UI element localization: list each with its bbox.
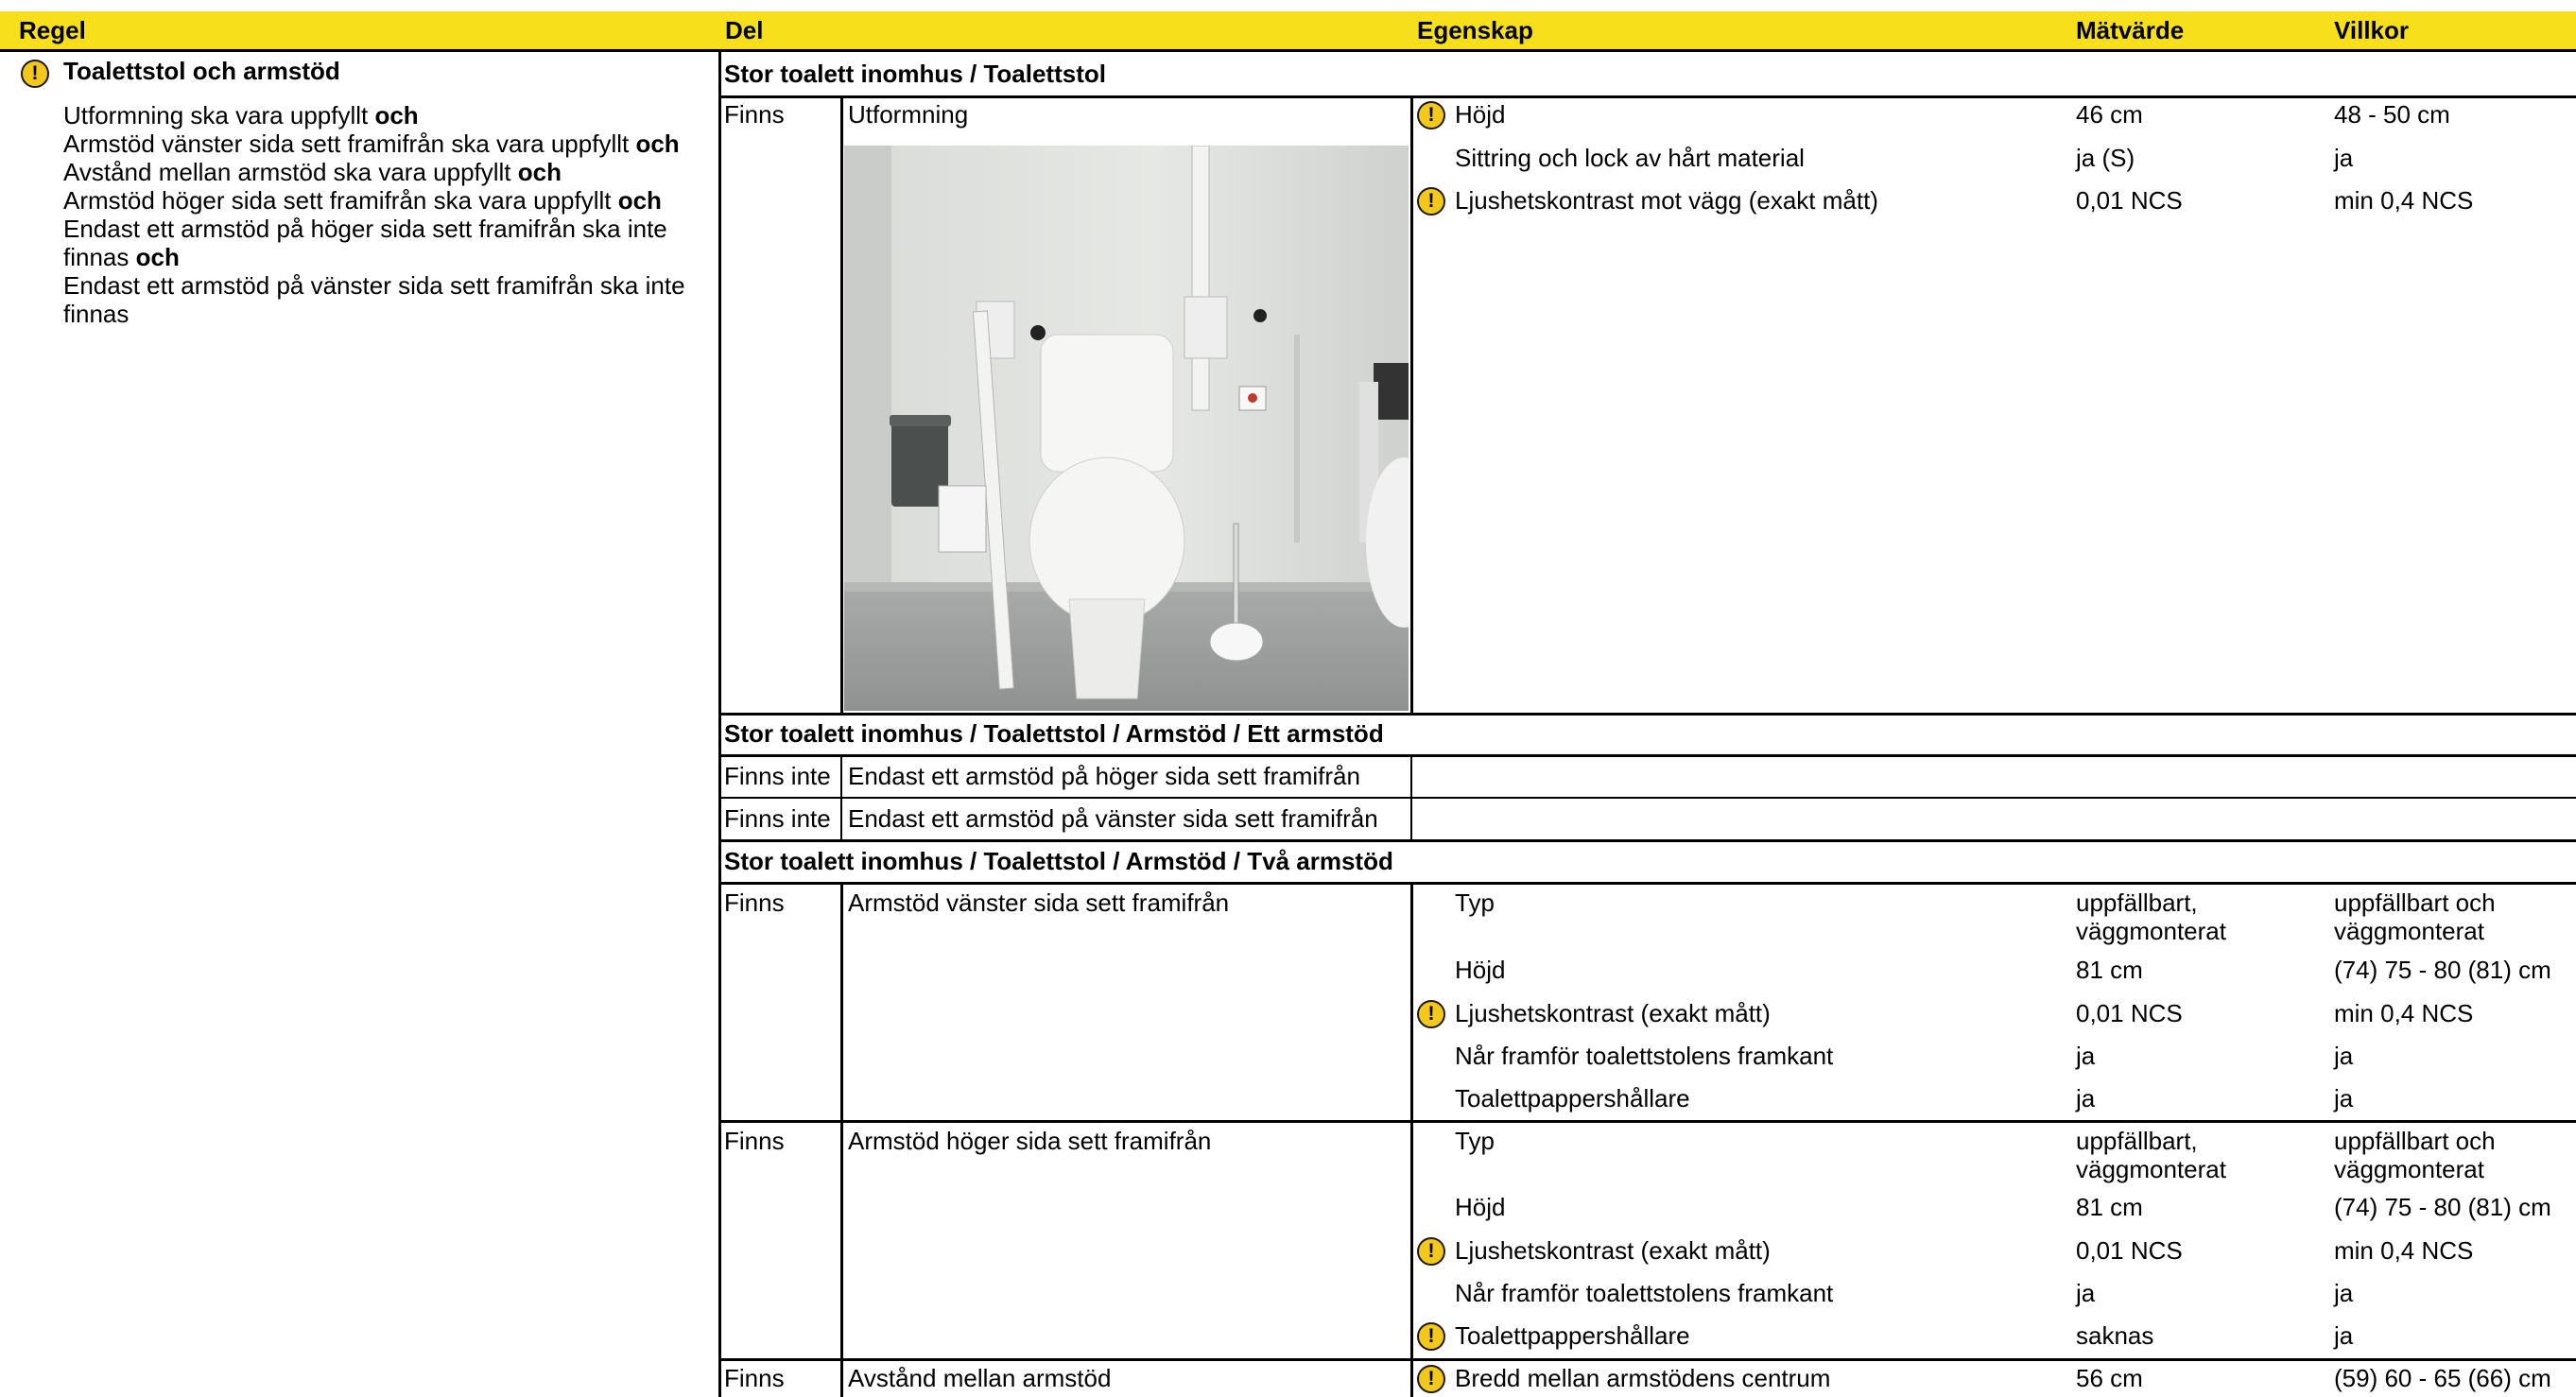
- measured-value: saknas: [2076, 1321, 2154, 1350]
- row-divider: [718, 95, 2576, 98]
- condition-value: uppfällbart och väggmonterat: [2334, 888, 2496, 945]
- measured-value: ja: [2076, 1084, 2096, 1112]
- row-divider: [718, 882, 2576, 885]
- rule-line: Endast ett armstöd på höger sida sett fr…: [63, 215, 667, 271]
- part-status: Finns: [724, 888, 785, 917]
- table-header: Regel Del Egenskap Mätvärde Villkor: [0, 11, 2576, 52]
- condition-value: ja: [2334, 1321, 2354, 1350]
- property-name: Höjd: [1455, 100, 1506, 129]
- property-name: Ljushetskontrast mot vägg (exakt mått): [1455, 186, 1878, 215]
- measured-value: uppfällbart, väggmonterat: [2076, 1127, 2226, 1183]
- property-name: Ljushetskontrast (exakt mått): [1455, 999, 1771, 1027]
- property-name: Typ: [1455, 1127, 1495, 1155]
- column-divider: [840, 96, 843, 715]
- measured-value: 0,01 NCS: [2076, 1236, 2183, 1265]
- measured-value: 56 cm: [2076, 1364, 2143, 1392]
- row-divider: [718, 839, 2576, 842]
- column-divider: [840, 755, 842, 839]
- warning-icon: !: [1417, 1000, 1445, 1028]
- property-name: Ljushetskontrast (exakt mått): [1455, 1236, 1771, 1265]
- part-status: Finns inte: [724, 762, 831, 790]
- condition-value: (59) 60 - 65 (66) cm: [2334, 1364, 2551, 1392]
- measured-value: ja (S): [2076, 144, 2135, 172]
- rule-line: Avstånd mellan armstöd ska vara uppfyllt…: [63, 158, 562, 186]
- column-divider: [1410, 755, 1412, 839]
- measured-value: 81 cm: [2076, 956, 2143, 984]
- property-name: Sittring och lock av hårt material: [1455, 144, 1805, 172]
- header-villkor: Villkor: [2334, 16, 2410, 44]
- warning-icon: !: [1417, 1322, 1445, 1351]
- property-name: Toalettpappershållare: [1455, 1321, 1690, 1350]
- row-divider: [718, 1358, 2576, 1361]
- warning-icon: !: [1417, 187, 1445, 216]
- condition-value: (74) 75 - 80 (81) cm: [2334, 956, 2551, 984]
- property-name: Typ: [1455, 888, 1495, 917]
- row-divider: [718, 754, 2576, 757]
- property-name: Höjd: [1455, 1193, 1506, 1221]
- section-heading: Stor toalett inomhus / Toalettstol: [724, 60, 1106, 88]
- row-divider: [718, 1120, 2576, 1123]
- property-name: Bredd mellan armstödens centrum: [1455, 1364, 1831, 1392]
- condition-value: ja: [2334, 1084, 2354, 1112]
- warning-icon: !: [21, 60, 49, 88]
- header-del: Del: [725, 16, 764, 44]
- property-name: Når framför toalettstolens framkant: [1455, 1042, 1834, 1070]
- condition-value: min 0,4 NCS: [2334, 999, 2474, 1027]
- column-divider: [718, 52, 721, 1397]
- property-name: Toalettpappershållare: [1455, 1084, 1690, 1112]
- condition-value: ja: [2334, 144, 2354, 172]
- condition-value: ja: [2334, 1042, 2354, 1070]
- header-matvarde: Mätvärde: [2076, 16, 2185, 44]
- toilet-photo: [844, 146, 1409, 711]
- header-regel: Regel: [19, 16, 86, 44]
- column-divider: [1410, 883, 1413, 1397]
- measured-value: ja: [2076, 1042, 2096, 1070]
- measured-value: ja: [2076, 1279, 2096, 1307]
- property-name: Når framför toalettstolens framkant: [1455, 1279, 1834, 1307]
- rule-line: Endast ett armstöd på vänster sida sett …: [63, 271, 685, 328]
- warning-icon: !: [1417, 1237, 1445, 1266]
- part-name: Armstöd höger sida sett framifrån: [848, 1127, 1212, 1155]
- section-heading: Stor toalett inomhus / Toalettstol / Arm…: [724, 719, 1384, 748]
- part-name: Utformning: [848, 100, 969, 129]
- part-status: Finns: [724, 1127, 785, 1155]
- rule-line: Armstöd höger sida sett framifrån ska va…: [63, 186, 662, 215]
- warning-icon: !: [1417, 1365, 1445, 1393]
- part-status: Finns: [724, 100, 785, 129]
- rule-line: Armstöd vänster sida sett framifrån ska …: [63, 129, 680, 158]
- column-divider: [1410, 96, 1413, 715]
- header-egenskap: Egenskap: [1417, 16, 1533, 44]
- rule-conditions: Utformning ska vara uppfyllt och Armstöd…: [63, 101, 706, 328]
- part-name: Endast ett armstöd på höger sida sett fr…: [848, 762, 1360, 790]
- warning-icon: !: [1417, 101, 1445, 129]
- row-divider: [718, 713, 2576, 716]
- property-name: Höjd: [1455, 956, 1506, 984]
- condition-value: min 0,4 NCS: [2334, 1236, 2474, 1265]
- part-name: Endast ett armstöd på vänster sida sett …: [848, 804, 1378, 833]
- measured-value: uppfällbart, väggmonterat: [2076, 888, 2226, 945]
- rule-title: Toalettstol och armstöd: [63, 57, 340, 85]
- measured-value: 0,01 NCS: [2076, 999, 2183, 1027]
- part-name: Avstånd mellan armstöd: [848, 1364, 1112, 1392]
- part-name: Armstöd vänster sida sett framifrån: [848, 888, 1230, 917]
- column-divider: [840, 883, 843, 1397]
- condition-value: (74) 75 - 80 (81) cm: [2334, 1193, 2551, 1221]
- measured-value: 0,01 NCS: [2076, 186, 2183, 215]
- measured-value: 81 cm: [2076, 1193, 2143, 1221]
- condition-value: min 0,4 NCS: [2334, 186, 2474, 215]
- part-status: Finns inte: [724, 804, 831, 833]
- condition-value: uppfällbart och väggmonterat: [2334, 1127, 2496, 1183]
- section-heading: Stor toalett inomhus / Toalettstol / Arm…: [724, 847, 1393, 875]
- condition-value: 48 - 50 cm: [2334, 100, 2450, 129]
- measured-value: 46 cm: [2076, 100, 2143, 129]
- condition-value: ja: [2334, 1279, 2354, 1307]
- rule-line: Utformning ska vara uppfyllt och: [63, 101, 419, 129]
- part-status: Finns: [724, 1364, 785, 1392]
- row-divider: [718, 797, 2576, 799]
